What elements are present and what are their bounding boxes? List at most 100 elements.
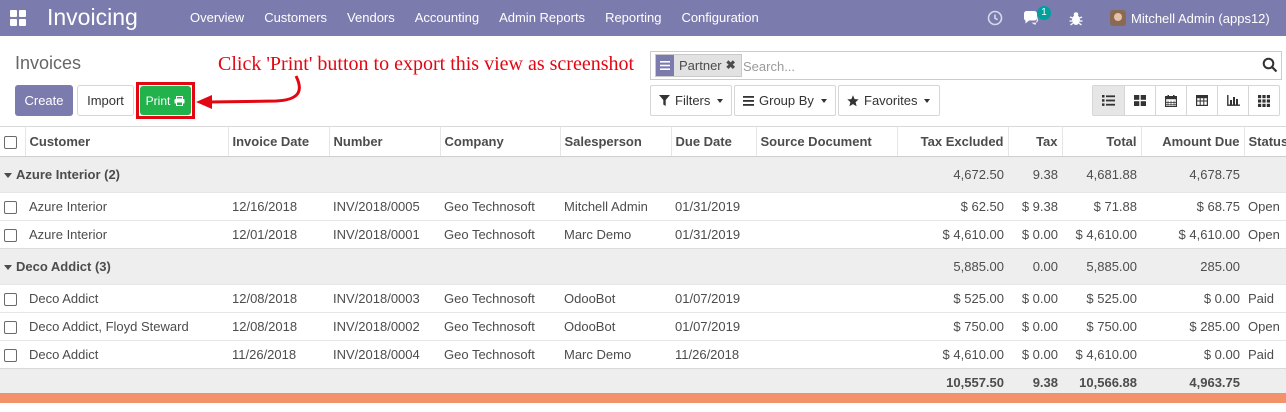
cell-status: Paid [1244,284,1286,313]
table-row[interactable]: Deco Addict, Floyd Steward 12/08/2018 IN… [0,312,1286,341]
user-menu[interactable]: Mitchell Admin (apps12) [1110,0,1270,36]
select-all-checkbox[interactable] [4,136,17,150]
table-row[interactable]: Deco Addict 12/08/2018 INV/2018/0003 Geo… [0,284,1286,313]
table-icon [1196,95,1208,106]
cell-customer: Deco Addict [25,340,228,369]
cell-number: INV/2018/0003 [329,284,440,313]
filters-button[interactable]: Filters [650,85,732,116]
group-row[interactable]: Azure Interior (2) 4,672.50 9.38 4,681.8… [0,156,1286,193]
menu-overview[interactable]: Overview [180,0,254,36]
group-row[interactable]: Deco Addict (3) 5,885.00 0.00 5,885.00 2… [0,248,1286,285]
group-label: Azure Interior (2) [16,167,121,182]
table-row[interactable]: Azure Interior 12/16/2018 INV/2018/0005 … [0,192,1286,221]
search-bar: Partner ✖ [650,51,1282,80]
cell-tax: $ 0.00 [1008,220,1062,249]
apps-grid-icon[interactable] [10,10,26,26]
group-by-facet-icon [656,55,674,76]
cell-company: Geo Technosoft [440,192,560,221]
group-total: 5,885.00 [1062,248,1141,285]
cell-invoice-date: 12/01/2018 [228,220,329,249]
column-header-tax[interactable]: Tax [1007,126,1062,157]
column-header-status[interactable]: Status [1243,126,1286,157]
cell-company: Geo Technosoft [440,340,560,369]
menu-reporting[interactable]: Reporting [595,0,671,36]
list-view-button[interactable] [1093,86,1124,115]
column-header-tax-excluded[interactable]: Tax Excluded [896,126,1008,157]
column-header-customer[interactable]: Customer [24,126,228,157]
column-header-company[interactable]: Company [439,126,560,157]
cell-tax: $ 0.00 [1008,284,1062,313]
search-input[interactable] [743,56,1243,76]
row-checkbox[interactable] [4,349,17,363]
group-amount-due: 4,678.75 [1141,156,1244,193]
cell-company: Geo Technosoft [440,284,560,313]
column-header-amount-due[interactable]: Amount Due [1140,126,1244,157]
favorites-button[interactable]: Favorites [838,85,940,116]
row-checkbox[interactable] [4,201,17,215]
column-header-source-document[interactable]: Source Document [755,126,897,157]
cell-source-document [756,192,897,221]
column-header-number[interactable]: Number [328,126,440,157]
menu-admin-reports[interactable]: Admin Reports [489,0,595,36]
group-tax: 0.00 [1008,248,1062,285]
cell-invoice-date: 12/08/2018 [228,284,329,313]
invoice-list: Customer Invoice Date Number Company Sal… [0,126,1286,397]
row-checkbox[interactable] [4,293,17,307]
bug-icon[interactable] [1069,0,1083,36]
column-header-due-date[interactable]: Due Date [670,126,756,157]
cell-tax: $ 0.00 [1008,340,1062,369]
cell-amount-due: $ 285.00 [1141,312,1244,341]
annotation-text: Click 'Print' button to export this view… [218,53,635,75]
menu-customers[interactable]: Customers [254,0,337,36]
facet-remove-icon[interactable]: ✖ [726,55,736,76]
column-header-salesperson[interactable]: Salesperson [559,126,671,157]
pivot-view-button[interactable] [1186,86,1217,115]
row-checkbox[interactable] [4,321,17,335]
cell-tax: $ 0.00 [1008,312,1062,341]
cell-due-date: 11/26/2018 [671,340,756,369]
cell-total: $ 71.88 [1062,192,1141,221]
table-row[interactable]: Azure Interior 12/01/2018 INV/2018/0001 … [0,220,1286,249]
column-header-total[interactable]: Total [1061,126,1141,157]
cell-status: Open [1244,220,1286,249]
caret-down-icon [4,265,12,271]
cell-customer: Deco Addict [25,284,228,313]
menu-vendors[interactable]: Vendors [337,0,405,36]
cell-salesperson: Mitchell Admin [560,192,671,221]
calendar-view-button[interactable] [1155,86,1186,115]
cell-source-document [756,220,897,249]
app-title[interactable]: Invoicing [47,3,138,31]
import-button[interactable]: Import [77,85,134,116]
menu-configuration[interactable]: Configuration [671,0,768,36]
create-button[interactable]: Create [15,85,73,116]
group-by-button[interactable]: Group By [734,85,836,116]
activity-clock-icon[interactable] [987,0,1003,36]
kanban-view-button[interactable] [1124,86,1155,115]
row-checkbox[interactable] [4,229,17,243]
bars-icon [743,95,754,106]
search-facet[interactable]: Partner ✖ [655,54,742,77]
cell-total: $ 4,610.00 [1062,340,1141,369]
table-row[interactable]: Deco Addict 11/26/2018 INV/2018/0004 Geo… [0,340,1286,369]
graph-view-button[interactable] [1217,86,1248,115]
select-all-checkbox-cell[interactable] [0,126,25,157]
print-button[interactable]: Print [140,86,191,115]
chat-icon[interactable]: 1 [1022,0,1052,36]
menu-accounting[interactable]: Accounting [405,0,489,36]
cell-salesperson: OdooBot [560,312,671,341]
top-navbar: Invoicing Overview Customers Vendors Acc… [0,0,1286,36]
search-icon[interactable] [1262,57,1278,76]
avatar [1110,10,1126,26]
chat-count-badge: 1 [1037,6,1051,20]
column-header-invoice-date[interactable]: Invoice Date [227,126,329,157]
cell-salesperson: Marc Demo [560,220,671,249]
chevron-down-icon [717,98,724,103]
cell-amount-due: $ 0.00 [1141,284,1244,313]
grid-view-button[interactable] [1248,86,1279,115]
cell-tax-excluded: $ 525.00 [897,284,1008,313]
cell-salesperson: Marc Demo [560,340,671,369]
cell-number: INV/2018/0005 [329,192,440,221]
group-tax-excluded: 4,672.50 [897,156,1008,193]
cell-due-date: 01/07/2019 [671,312,756,341]
cell-due-date: 01/31/2019 [671,192,756,221]
